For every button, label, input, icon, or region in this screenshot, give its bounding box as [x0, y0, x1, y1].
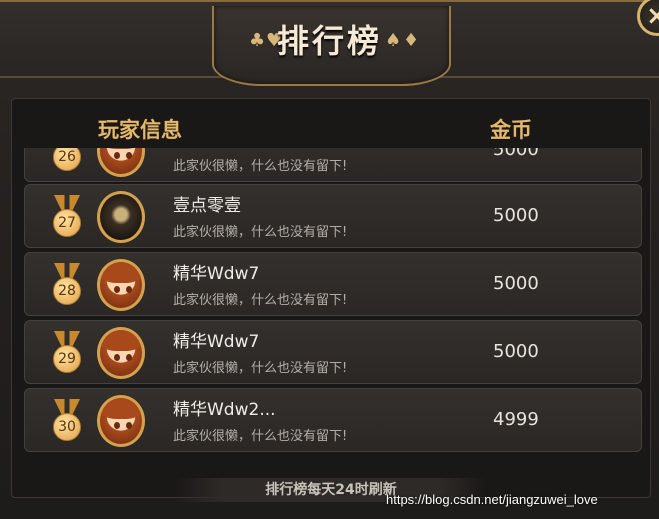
player-name: 壹点零壹	[173, 196, 241, 216]
watermark: https://blog.csdn.net/jiangzuwei_love	[386, 492, 598, 507]
close-icon: ×	[646, 1, 659, 31]
avatar	[97, 259, 145, 311]
rows-viewport[interactable]: 26 此家伙很懒，什么也没有留下! 5000 27 壹点零壹 此家伙很懒，什么也…	[24, 148, 644, 454]
avatar	[97, 191, 145, 243]
spade-icon: ♠	[385, 30, 402, 51]
player-signature: 此家伙很懒，什么也没有留下!	[173, 159, 348, 174]
coin-amount: 5000	[493, 273, 539, 294]
coin-amount: 4999	[493, 409, 539, 430]
leaderboard-panel: ♣ ♥ 排行榜 ♠ ♦ × 玩家信息 金币 26 此家伙很懒，什么也没有留下! …	[0, 0, 659, 519]
rank-medal: 26	[51, 148, 83, 175]
player-signature: 此家伙很懒，什么也没有留下!	[173, 361, 348, 376]
coin-amount: 5000	[493, 341, 539, 362]
avatar	[97, 148, 145, 177]
list-item[interactable]: 27 壹点零壹 此家伙很懒，什么也没有留下! 5000	[24, 184, 642, 248]
coins-header: 金币	[490, 118, 532, 142]
diamond-icon: ♦	[403, 30, 420, 51]
avatar	[97, 395, 145, 447]
list-item[interactable]: 28 精华Wdw7 此家伙很懒，什么也没有留下! 5000	[24, 252, 642, 316]
rank-medal: 27	[51, 195, 83, 241]
player-name: 精华Wdw2...	[173, 400, 276, 420]
rank-medal: 30	[51, 399, 83, 445]
player-name: 精华Wdw7	[173, 264, 260, 284]
player-signature: 此家伙很懒，什么也没有留下!	[173, 225, 348, 240]
player-signature: 此家伙很懒，什么也没有留下!	[173, 429, 348, 444]
coin-amount: 5000	[493, 148, 539, 160]
list-item[interactable]: 26 此家伙很懒，什么也没有留下! 5000	[24, 148, 642, 182]
list-item[interactable]: 29 精华Wdw7 此家伙很懒，什么也没有留下! 5000	[24, 320, 642, 384]
rank-medal: 29	[51, 331, 83, 377]
player-info-header: 玩家信息	[98, 118, 182, 142]
coin-amount: 5000	[493, 205, 539, 226]
list-item[interactable]: 30 精华Wdw2... 此家伙很懒，什么也没有留下! 4999	[24, 388, 642, 452]
page-title: 排行榜	[276, 22, 382, 60]
player-name: 精华Wdw7	[173, 332, 260, 352]
player-signature: 此家伙很懒，什么也没有留下!	[173, 293, 348, 308]
avatar	[97, 327, 145, 379]
rank-medal: 28	[51, 263, 83, 309]
